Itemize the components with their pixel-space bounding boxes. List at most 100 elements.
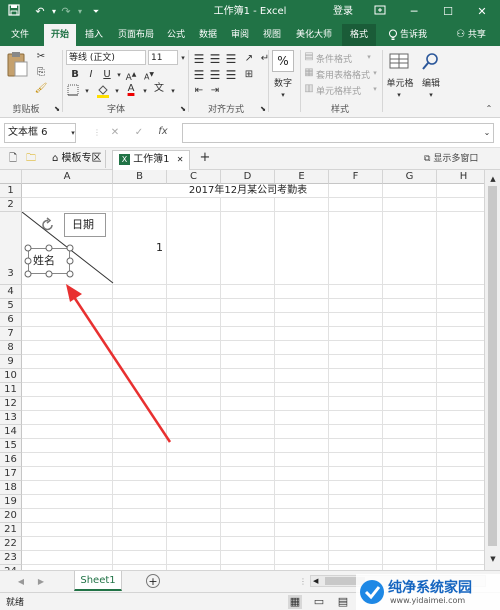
tab-home[interactable]: 开始 [44,24,76,46]
phonetic-dropdown-icon[interactable]: ▾ [166,84,180,98]
italic-button[interactable]: I [84,68,98,82]
row-header[interactable]: 13 [0,411,22,425]
table-format-dropdown-icon[interactable]: ▾ [368,66,382,80]
new-document-icon[interactable]: 🗋 [6,152,20,166]
scroll-up-icon[interactable]: ▲ [486,172,500,186]
tab-beautify[interactable]: 美化大师 [290,24,338,46]
row-header[interactable]: 19 [0,495,22,509]
increase-font-icon[interactable]: A▲ [124,68,138,83]
column-header[interactable]: D [221,170,275,184]
row-header[interactable]: 14 [0,425,22,439]
column-header[interactable]: G [383,170,437,184]
bold-button[interactable]: B [68,68,82,82]
rotate-handle-icon[interactable] [40,217,56,233]
share-button[interactable]: ⚇ 共享 [446,24,496,46]
add-sheet-button[interactable]: + [146,574,160,588]
row-header[interactable]: 18 [0,481,22,495]
workbook-tab-active[interactable]: X 工作簿1 ✕ [112,150,190,170]
row-header[interactable]: 3 [0,212,22,285]
insert-function-icon[interactable]: fx [156,125,170,139]
decrease-font-icon[interactable]: A▼ [142,68,156,82]
tab-format[interactable]: 格式 [342,24,376,46]
align-left-icon[interactable]: ☰ [192,68,206,82]
column-header[interactable]: F [329,170,383,184]
tab-insert[interactable]: 插入 [80,24,108,46]
tab-data[interactable]: 数据 [194,24,222,46]
scroll-left-icon[interactable]: ◀ [313,576,318,586]
date-textbox[interactable]: 日期 [64,213,106,237]
customize-qat-icon[interactable]: ⏷ [88,4,104,20]
ribbon-options-icon[interactable] [372,4,388,20]
row-header[interactable]: 1 [0,184,22,198]
merge-center-icon[interactable]: ⊞ [242,68,256,82]
conditional-format-button[interactable]: 条件格式 [316,52,352,65]
decrease-indent-icon[interactable]: ⇤ [192,84,206,98]
editing-dropdown-icon[interactable]: ▾ [424,88,438,102]
number-dropdown-icon[interactable]: ▾ [276,88,290,102]
spreadsheet-grid[interactable]: A B C D E F G H 1 2 3 4 5 6 7 8 9 10 11 … [0,170,484,570]
tab-formulas[interactable]: 公式 [162,24,190,46]
formula-input[interactable] [182,123,494,143]
selection-handles[interactable] [24,244,76,280]
row-header[interactable]: 17 [0,467,22,481]
row-header[interactable]: 11 [0,383,22,397]
folder-icon[interactable]: 🗀 [24,152,38,166]
row-header[interactable]: 2 [0,198,22,212]
show-multi-window-button[interactable]: ⧉ 显示多窗口 [424,150,478,168]
font-size-select[interactable]: 11 [148,50,178,65]
row-header[interactable]: 22 [0,537,22,551]
align-center-icon[interactable]: ☰ [208,68,222,82]
row-header[interactable]: 7 [0,327,22,341]
row-header[interactable]: 23 [0,551,22,565]
expand-formula-icon[interactable]: ⌄ [480,126,494,140]
select-all-corner[interactable] [0,170,22,184]
tab-close-icon[interactable]: ✕ [177,155,184,164]
wrap-text-icon[interactable]: ↵ [258,52,272,66]
phonetic-button[interactable]: 文 [152,82,166,96]
row-header[interactable]: 16 [0,453,22,467]
cell-styles-button[interactable]: 单元格样式 [316,84,361,97]
fill-color-dropdown-icon[interactable]: ▾ [110,84,124,98]
sheet-title-cell[interactable]: 2017年12月某公司考勤表 [113,184,383,197]
column-header[interactable]: H [437,170,484,184]
column-header[interactable]: A [22,170,113,184]
prev-sheet-icon[interactable]: ◀ [14,575,28,589]
name-box-dropdown-icon[interactable]: ▾ [66,126,80,140]
maximize-icon[interactable]: ☐ [440,4,456,20]
page-layout-view-icon[interactable]: ▭ [312,595,326,609]
vertical-scrollbar[interactable]: ▲ ▼ [484,170,500,570]
cancel-icon[interactable]: ✕ [108,126,122,140]
page-break-view-icon[interactable]: ▤ [336,595,350,609]
borders-icon[interactable] [66,84,80,98]
align-bottom-icon[interactable]: ☰ [224,52,238,66]
row-header[interactable]: 10 [0,369,22,383]
tell-me-input[interactable]: 告诉我 [400,24,434,46]
cell-b3[interactable]: 1 [113,241,163,255]
align-top-icon[interactable]: ☰ [192,52,206,66]
row-header[interactable]: 15 [0,439,22,453]
font-color-dropdown-icon[interactable]: ▾ [138,84,152,98]
tab-review[interactable]: 审阅 [226,24,254,46]
tab-view[interactable]: 视图 [258,24,286,46]
cell-styles-dropdown-icon[interactable]: ▾ [368,82,382,96]
close-icon[interactable]: ✕ [474,4,490,20]
font-color-button[interactable]: A [124,82,138,96]
collapse-ribbon-icon[interactable]: ⌃ [482,102,496,116]
fill-color-icon[interactable] [96,84,110,98]
scroll-thumb[interactable] [488,186,497,546]
orientation-icon[interactable]: ↗ [242,52,256,66]
tab-page-layout[interactable]: 页面布局 [112,24,160,46]
confirm-icon[interactable]: ✓ [132,126,146,140]
redo-dropdown-icon[interactable]: ▾ [72,4,88,20]
login-link[interactable]: 登录 [333,0,353,24]
align-middle-icon[interactable]: ☰ [208,52,222,66]
row-header[interactable]: 20 [0,509,22,523]
row-header[interactable]: 21 [0,523,22,537]
tab-file[interactable]: 文件 [4,24,36,46]
next-sheet-icon[interactable]: ▶ [34,575,48,589]
column-header[interactable]: B [113,170,167,184]
number-format-button[interactable]: % [272,50,294,72]
row-header[interactable]: 5 [0,299,22,313]
column-header[interactable]: E [275,170,329,184]
scroll-down-icon[interactable]: ▼ [486,552,500,566]
